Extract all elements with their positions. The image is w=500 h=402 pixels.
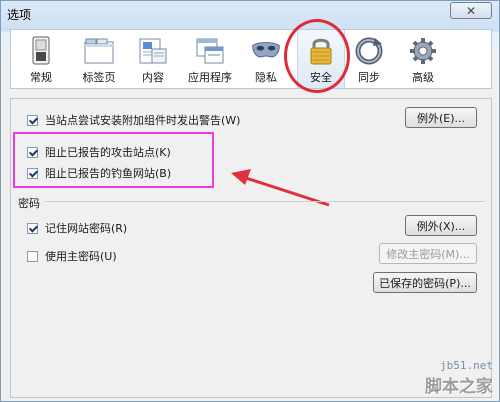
exceptions-addons-button[interactable]: 例外(E)... [405,107,477,128]
warn-addons-checkbox[interactable] [27,114,38,126]
sync-icon [354,36,384,66]
close-button[interactable]: ✕ [450,2,492,19]
master-password-option[interactable]: 使用主密码(U) [27,248,117,264]
warn-addons-label: 当站点尝试安装附加组件时发出警告(W) [45,114,241,127]
block-forgery-label: 阻止已报告的钓鱼网站(B) [45,167,172,180]
gear-icon [408,36,438,66]
block-attack-option[interactable]: 阻止已报告的攻击站点(K) [27,144,171,160]
saved-passwords-button[interactable]: 已保存的密码(P)... [373,272,477,293]
tab-label: 标签页 [82,71,116,84]
options-toolbar: 常规 标签页 内容 应用程序 隐私 安全 同步 高级 [10,29,492,89]
tab-label: 应用程序 [188,71,232,84]
tab-sync[interactable]: 同步 [351,30,387,88]
tab-general[interactable]: 常规 [19,30,63,88]
passwords-group-divider [45,201,485,202]
applications-icon [195,36,225,66]
change-master-password-button[interactable]: 修改主密码(M)... [379,243,477,264]
tab-label: 高级 [412,71,434,84]
block-forgery-option[interactable]: 阻止已报告的钓鱼网站(B) [27,165,171,181]
tab-advanced[interactable]: 高级 [405,30,441,88]
remember-passwords-option[interactable]: 记住网站密码(R) [27,220,127,236]
tab-content[interactable]: 内容 [133,30,173,88]
exceptions-passwords-button[interactable]: 例外(X)... [405,215,477,236]
passwords-group-label: 密码 [18,197,40,210]
content-page-icon [138,36,168,66]
tab-label: 安全 [310,71,332,84]
master-password-checkbox[interactable] [27,250,38,262]
remember-passwords-label: 记住网站密码(R) [45,222,128,235]
tab-label: 内容 [142,71,164,84]
tab-applications[interactable]: 应用程序 [179,30,241,88]
close-icon: ✕ [465,3,477,18]
tab-label: 同步 [358,71,380,84]
switch-icon [26,36,56,66]
privacy-mask-icon [251,36,281,66]
tabs-window-icon [84,36,114,66]
master-password-label: 使用主密码(U) [45,250,117,263]
tab-label: 隐私 [255,71,277,84]
block-attack-label: 阻止已报告的攻击站点(K) [45,146,171,159]
tab-security[interactable]: 安全 [297,30,345,88]
block-attack-checkbox[interactable] [27,146,38,158]
window-title: 选项 [7,8,32,22]
tab-label: 常规 [30,71,52,84]
padlock-icon [306,36,336,66]
tab-tabs[interactable]: 标签页 [75,30,123,88]
block-forgery-checkbox[interactable] [27,167,38,179]
tab-privacy[interactable]: 隐私 [244,30,288,88]
warn-addons-option[interactable]: 当站点尝试安装附加组件时发出警告(W) [27,112,240,128]
remember-passwords-checkbox[interactable] [27,222,38,234]
options-dialog: 选项 ✕ 常规 标签页 内容 应用程序 隐私 安全 同步 高级 当站点尝试安装附… [0,0,500,402]
